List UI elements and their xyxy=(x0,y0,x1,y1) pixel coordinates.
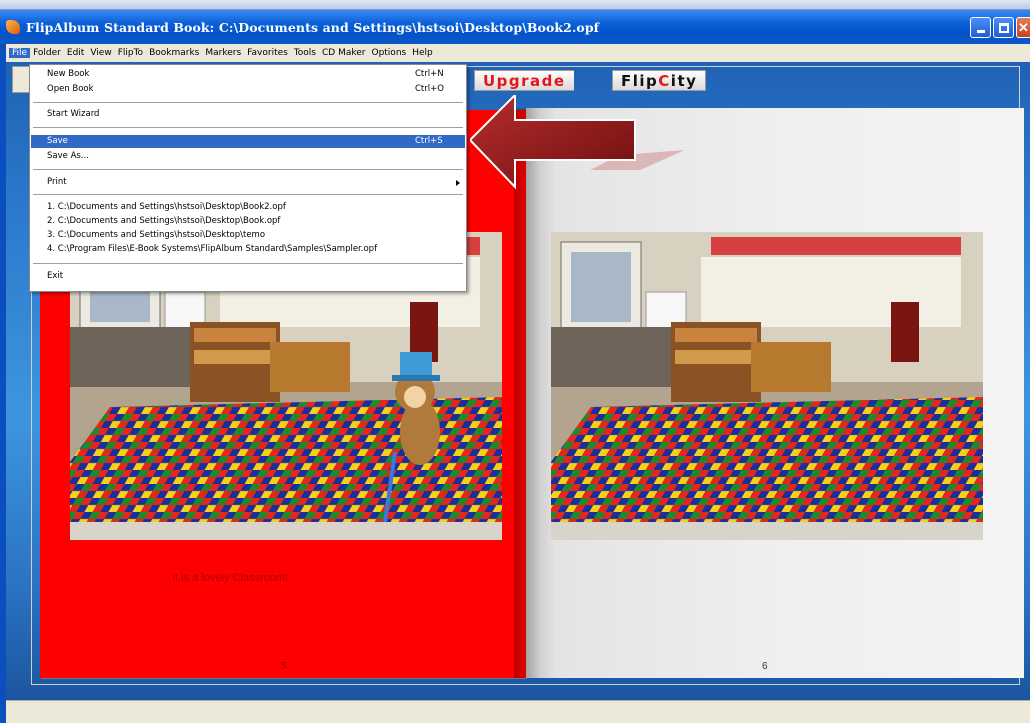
menu-item-recent-2[interactable]: 2. C:\Documents and Settings\hstsoi\Desk… xyxy=(31,215,465,228)
status-bar xyxy=(6,700,1030,723)
save-label: Save xyxy=(47,136,68,146)
menu-separator xyxy=(33,102,463,103)
window-title: FlipAlbum Standard Book: C:\Documents an… xyxy=(26,19,600,35)
minimize-icon xyxy=(976,30,985,33)
menu-item-save-as[interactable]: Save As... xyxy=(31,150,465,163)
menu-tools[interactable]: Tools xyxy=(291,48,319,58)
file-menu: New Book Ctrl+N Open Book Ctrl+O Start W… xyxy=(29,64,467,292)
recent-file-label: 1. C:\Documents and Settings\hstsoi\Desk… xyxy=(47,202,286,212)
background-window-strip xyxy=(0,0,1030,10)
menu-item-open-book[interactable]: Open Book Ctrl+O xyxy=(31,83,465,96)
menu-folder[interactable]: Folder xyxy=(30,48,64,58)
menu-options[interactable]: Options xyxy=(368,48,409,58)
minimize-button[interactable] xyxy=(970,17,991,38)
menu-separator xyxy=(33,169,463,170)
menu-edit[interactable]: Edit xyxy=(64,48,87,58)
menu-bookmarks[interactable]: Bookmarks xyxy=(146,48,202,58)
print-label: Print xyxy=(47,177,67,187)
close-icon: ✕ xyxy=(1018,20,1029,35)
submenu-arrow-icon xyxy=(456,180,460,186)
new-book-label: New Book xyxy=(47,69,90,79)
recent-file-label: 3. C:\Documents and Settings\hstsoi\Desk… xyxy=(47,230,266,240)
flipalbum-app-icon[interactable] xyxy=(6,20,20,34)
menu-item-recent-1[interactable]: 1. C:\Documents and Settings\hstsoi\Desk… xyxy=(31,201,465,214)
menu-bar: File Folder Edit View FlipTo Bookmarks M… xyxy=(6,44,1030,62)
annotation-arrow-icon xyxy=(470,95,685,190)
open-book-label: Open Book xyxy=(47,84,94,94)
menu-item-recent-3[interactable]: 3. C:\Documents and Settings\hstsoi\Desk… xyxy=(31,229,465,242)
maximize-icon xyxy=(998,22,1009,33)
menu-separator xyxy=(33,263,463,264)
recent-file-label: 4. C:\Program Files\E-Book Systems\FlipA… xyxy=(47,244,378,254)
maximize-button[interactable] xyxy=(993,17,1014,38)
menu-item-save[interactable]: Save Ctrl+S xyxy=(31,135,465,148)
save-shortcut: Ctrl+S xyxy=(415,136,443,146)
exit-label: Exit xyxy=(47,271,64,281)
menu-item-recent-4[interactable]: 4. C:\Program Files\E-Book Systems\FlipA… xyxy=(31,243,465,256)
menu-separator xyxy=(33,127,463,128)
classroom-image xyxy=(551,232,983,540)
menu-markers[interactable]: Markers xyxy=(202,48,244,58)
title-bar[interactable]: FlipAlbum Standard Book: C:\Documents an… xyxy=(0,10,1030,44)
save-as-label: Save As... xyxy=(47,151,89,161)
left-page-number: 5 xyxy=(281,661,287,672)
close-button[interactable]: ✕ xyxy=(1016,17,1030,38)
menu-item-exit[interactable]: Exit xyxy=(31,270,465,283)
recent-file-label: 2. C:\Documents and Settings\hstsoi\Desk… xyxy=(47,216,281,226)
menu-item-print[interactable]: Print xyxy=(31,176,465,189)
start-wizard-label: Start Wizard xyxy=(47,109,100,119)
menu-file[interactable]: File xyxy=(9,48,31,58)
book-gutter xyxy=(514,108,540,678)
page-caption: It is a lovely Classroom! xyxy=(172,572,289,584)
open-book-shortcut: Ctrl+O xyxy=(415,84,444,94)
right-page-number: 6 xyxy=(762,661,768,672)
menu-separator xyxy=(33,194,463,195)
menu-view[interactable]: View xyxy=(87,48,114,58)
new-book-shortcut: Ctrl+N xyxy=(415,69,444,79)
menu-cd-maker[interactable]: CD Maker xyxy=(319,48,368,58)
menu-favorites[interactable]: Favorites xyxy=(244,48,291,58)
menu-flipto[interactable]: FlipTo xyxy=(115,48,146,58)
menu-item-start-wizard[interactable]: Start Wizard xyxy=(31,108,465,121)
menu-help[interactable]: Help xyxy=(409,48,436,58)
classroom-photo-right[interactable] xyxy=(551,232,983,540)
menu-item-new-book[interactable]: New Book Ctrl+N xyxy=(31,68,465,81)
